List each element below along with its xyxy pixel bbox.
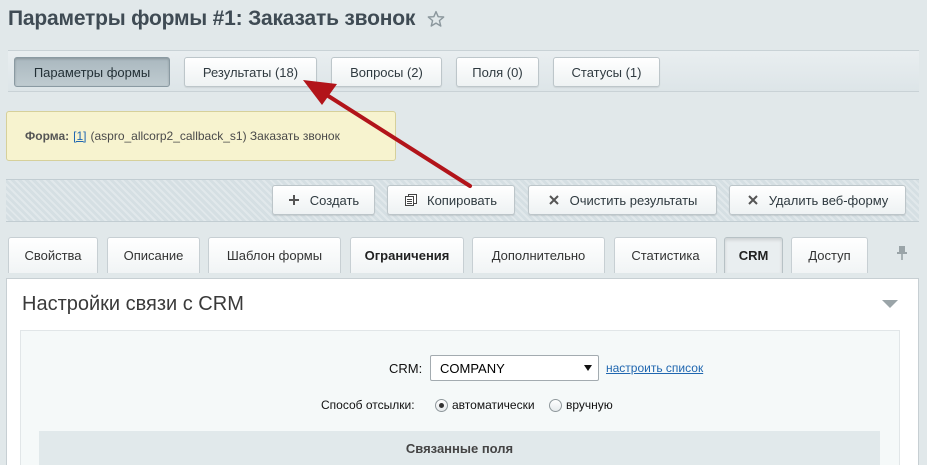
tab-access[interactable]: Доступ bbox=[791, 237, 868, 273]
create-button[interactable]: Создать bbox=[272, 185, 375, 215]
copy-label: Копировать bbox=[427, 192, 497, 208]
radio-auto-label: автоматически bbox=[452, 398, 535, 412]
tab-questions[interactable]: Вопросы (2) bbox=[331, 57, 442, 87]
tab-results[interactable]: Результаты (18) bbox=[184, 57, 317, 87]
page-title: Параметры формы #1: Заказать звонок bbox=[8, 7, 445, 31]
close-icon bbox=[548, 195, 559, 205]
clear-results-button[interactable]: Очистить результаты bbox=[528, 185, 717, 215]
crm-entity-value: COMPANY bbox=[440, 360, 505, 376]
tab-statuses[interactable]: Статусы (1) bbox=[553, 57, 660, 87]
linked-fields-header: Связанные поля bbox=[39, 431, 880, 465]
configure-list-link[interactable]: настроить список bbox=[606, 361, 703, 375]
clear-results-label: Очистить результаты bbox=[569, 192, 698, 208]
collapse-icon[interactable] bbox=[881, 299, 899, 309]
tab-description[interactable]: Описание bbox=[107, 237, 200, 273]
pin-icon[interactable] bbox=[896, 245, 908, 261]
note-label: Форма: bbox=[25, 129, 70, 143]
tab-fields[interactable]: Поля (0) bbox=[456, 57, 539, 87]
delete-form-button[interactable]: Удалить веб-форму bbox=[729, 185, 906, 215]
star-icon[interactable] bbox=[427, 10, 445, 28]
crm-entity-select[interactable]: COMPANY bbox=[430, 355, 599, 381]
crm-label: CRM: bbox=[389, 361, 423, 376]
form-info-note: Форма: [1] (aspro_allcorp2_callback_s1) … bbox=[6, 111, 396, 161]
close-icon bbox=[747, 195, 758, 205]
copy-button[interactable]: Копировать bbox=[387, 185, 515, 215]
tab-crm[interactable]: CRM bbox=[724, 237, 783, 273]
note-text: (aspro_allcorp2_callback_s1) Заказать зв… bbox=[90, 129, 340, 143]
tab-form-template[interactable]: Шаблон формы bbox=[208, 237, 341, 273]
tab-statistics[interactable]: Статистика bbox=[614, 237, 717, 273]
copy-icon bbox=[405, 194, 417, 206]
send-auto-option[interactable]: автоматически bbox=[435, 398, 535, 412]
radio-manual-label: вручную bbox=[566, 398, 613, 412]
radio-auto[interactable] bbox=[435, 398, 448, 412]
chevron-down-icon bbox=[584, 365, 592, 371]
send-manual-option[interactable]: вручную bbox=[549, 398, 613, 412]
page-title-text: Параметры формы #1: Заказать звонок bbox=[8, 7, 416, 30]
tab-restrictions[interactable]: Ограничения bbox=[350, 237, 464, 273]
radio-manual[interactable] bbox=[549, 398, 562, 412]
form-id-link[interactable]: [1] bbox=[73, 129, 86, 143]
tab-form-params[interactable]: Параметры формы bbox=[14, 57, 170, 87]
tab-properties[interactable]: Свойства bbox=[8, 237, 98, 273]
tab-additional[interactable]: Дополнительно bbox=[472, 237, 605, 273]
create-label: Создать bbox=[309, 192, 360, 208]
send-method-label: Способ отсылки: bbox=[321, 398, 415, 412]
panel-title: Настройки связи с CRM bbox=[22, 293, 244, 315]
plus-icon bbox=[288, 195, 299, 205]
delete-form-label: Удалить веб-форму bbox=[768, 192, 889, 208]
